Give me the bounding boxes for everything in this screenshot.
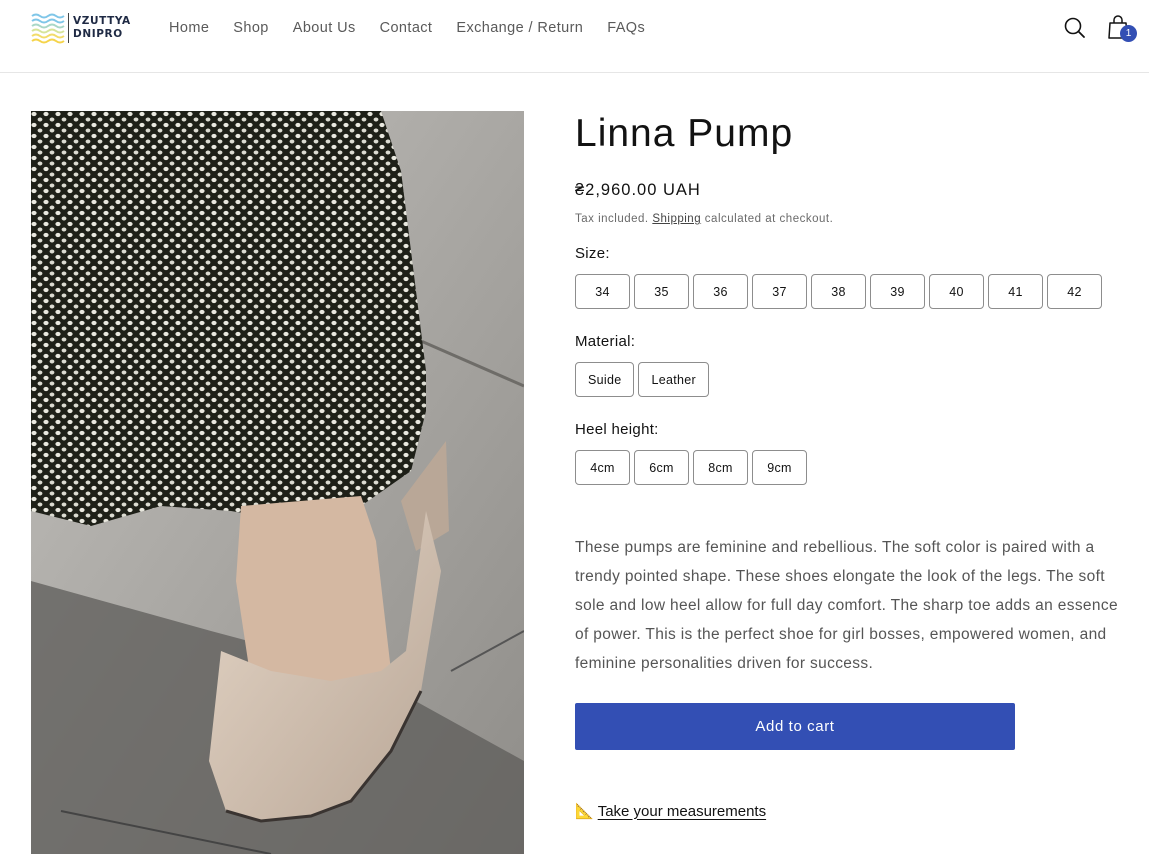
product-title: Linna Pump — [575, 112, 794, 155]
nav-shop[interactable]: Shop — [221, 18, 280, 38]
measurements-link[interactable]: 📐 Take your measurements — [575, 802, 767, 821]
product-photo — [31, 111, 524, 854]
logo-line-1: VZUTTYA — [73, 15, 131, 27]
tax-prefix: Tax included. — [575, 213, 649, 225]
size-option-40[interactable]: 40 — [929, 274, 984, 309]
size-options: 34 35 36 37 38 39 40 41 42 — [575, 274, 1102, 309]
shipping-link[interactable]: Shipping — [652, 213, 701, 225]
triangular-ruler-icon: 📐 — [575, 803, 594, 820]
nav-exchange-return[interactable]: Exchange / Return — [444, 18, 595, 38]
size-option-42[interactable]: 42 — [1047, 274, 1102, 309]
heel-height-label: Heel height: — [575, 421, 659, 438]
heel-option-4cm[interactable]: 4cm — [575, 450, 630, 485]
brand-logo[interactable]: VZUTTYA DNIPRO — [31, 11, 131, 45]
size-option-35[interactable]: 35 — [634, 274, 689, 309]
size-option-38[interactable]: 38 — [811, 274, 866, 309]
size-option-36[interactable]: 36 — [693, 274, 748, 309]
search-icon — [1064, 17, 1085, 38]
site-header: VZUTTYA DNIPRO Home Shop About Us Contac… — [0, 0, 1149, 73]
add-to-cart-button[interactable]: Add to cart — [575, 703, 1015, 750]
material-options: Suide Leather — [575, 362, 709, 397]
main-nav: Home Shop About Us Contact Exchange / Re… — [157, 18, 657, 38]
material-option-leather[interactable]: Leather — [638, 362, 709, 397]
product-image[interactable] — [31, 111, 524, 854]
nav-contact[interactable]: Contact — [368, 18, 445, 38]
size-option-37[interactable]: 37 — [752, 274, 807, 309]
cart-count-badge: 1 — [1120, 25, 1137, 42]
heel-option-6cm[interactable]: 6cm — [634, 450, 689, 485]
logo-divider — [68, 13, 69, 43]
logo-wave-icon — [31, 12, 65, 44]
measurements-label: Take your measurements — [597, 802, 767, 820]
size-option-41[interactable]: 41 — [988, 274, 1043, 309]
search-button[interactable] — [1062, 15, 1088, 41]
heel-option-8cm[interactable]: 8cm — [693, 450, 748, 485]
material-option-suide[interactable]: Suide — [575, 362, 635, 397]
tax-suffix: calculated at checkout. — [704, 213, 834, 225]
material-label: Material: — [575, 333, 636, 350]
nav-home[interactable]: Home — [157, 18, 221, 38]
product-description: These pumps are feminine and rebellious.… — [575, 539, 1118, 672]
logo-line-2: DNIPRO — [73, 28, 123, 40]
nav-about-us[interactable]: About Us — [281, 18, 368, 38]
tax-note: Tax included. Shipping calculated at che… — [575, 213, 833, 225]
heel-height-options: 4cm 6cm 8cm 9cm — [575, 450, 807, 485]
product-price: ₴2,960.00 UAH — [575, 181, 701, 199]
size-option-39[interactable]: 39 — [870, 274, 925, 309]
nav-faqs[interactable]: FAQs — [595, 18, 657, 38]
heel-option-9cm[interactable]: 9cm — [752, 450, 807, 485]
logo-text: VZUTTYA DNIPRO — [73, 15, 131, 41]
size-option-34[interactable]: 34 — [575, 274, 630, 309]
size-label: Size: — [575, 245, 610, 262]
